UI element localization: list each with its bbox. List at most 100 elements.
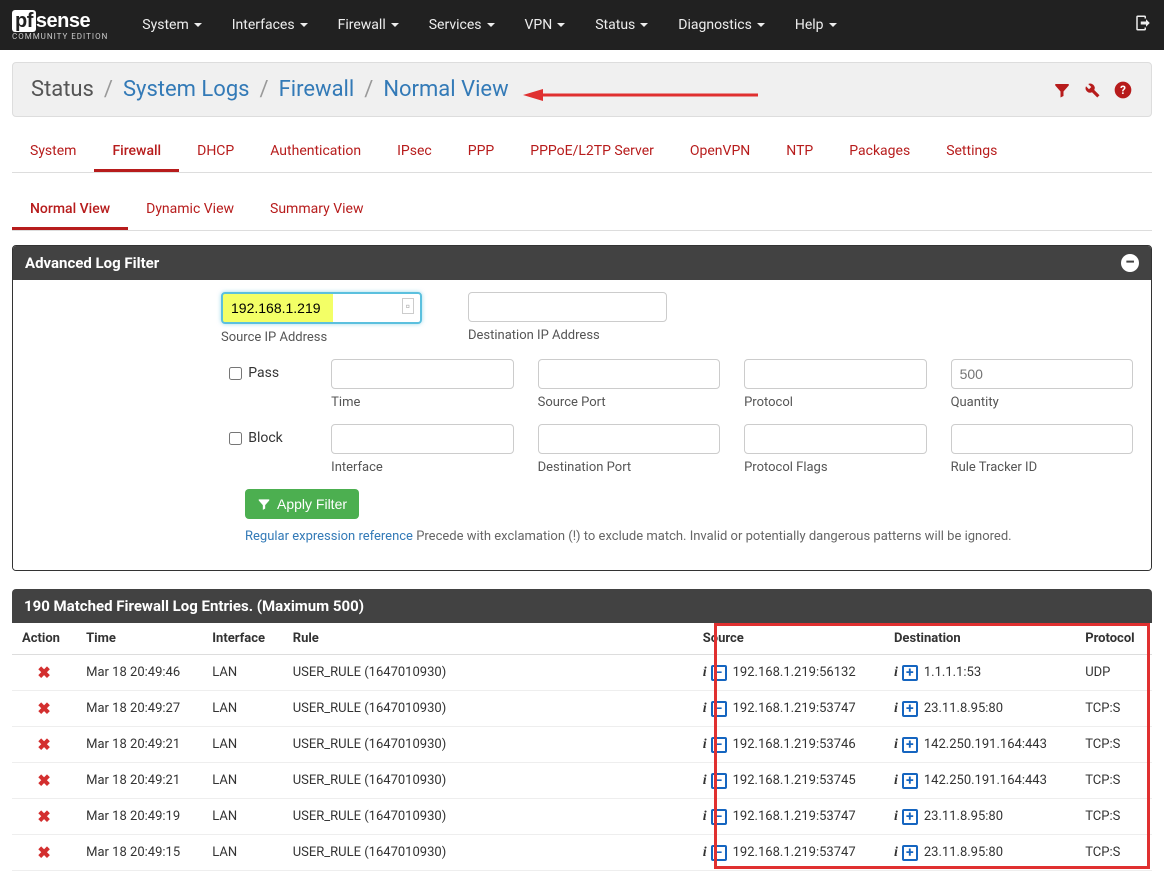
tab-dhcp[interactable]: DHCP <box>179 133 252 172</box>
block-icon[interactable]: ✖ <box>37 843 50 862</box>
apply-filter-button[interactable]: Apply Filter <box>245 489 359 519</box>
th-source[interactable]: Source <box>693 623 884 655</box>
info-icon[interactable]: i <box>894 737 898 753</box>
info-icon[interactable]: i <box>894 845 898 861</box>
minus-icon[interactable]: − <box>711 701 727 717</box>
tab-settings[interactable]: Settings <box>928 133 1015 172</box>
svg-text:?: ? <box>1120 83 1126 97</box>
protocol-input[interactable] <box>744 359 926 389</box>
tab-openvpn[interactable]: OpenVPN <box>672 133 768 172</box>
th-protocol[interactable]: Protocol <box>1075 623 1152 655</box>
pass-checkbox[interactable] <box>229 367 242 380</box>
plus-icon[interactable]: + <box>902 701 918 717</box>
block-icon[interactable]: ✖ <box>37 771 50 790</box>
plus-icon[interactable]: + <box>902 737 918 753</box>
nav-help[interactable]: Help <box>795 17 837 33</box>
block-label: Block <box>248 430 283 446</box>
plus-icon[interactable]: + <box>902 773 918 789</box>
subtab-dynamic[interactable]: Dynamic View <box>128 191 252 230</box>
info-icon[interactable]: i <box>703 845 707 861</box>
block-icon[interactable]: ✖ <box>37 807 50 826</box>
tab-pppoe[interactable]: PPPoE/L2TP Server <box>512 133 672 172</box>
info-icon[interactable]: i <box>703 701 707 717</box>
time-input[interactable] <box>331 359 513 389</box>
nav-services[interactable]: Services <box>429 17 495 33</box>
cell-interface: LAN <box>202 727 283 763</box>
cell-source: i−192.168.1.219:53745 <box>693 763 884 799</box>
info-icon[interactable]: i <box>703 737 707 753</box>
nav-system[interactable]: System <box>142 17 201 33</box>
source-port-input[interactable] <box>538 359 720 389</box>
interface-input[interactable] <box>331 424 513 454</box>
th-action[interactable]: Action <box>12 623 76 655</box>
breadcrumb-systemlogs[interactable]: System Logs <box>123 77 250 102</box>
nav-interfaces[interactable]: Interfaces <box>232 17 308 33</box>
cell-source: i−192.168.1.219:53747 <box>693 799 884 835</box>
tab-ipsec[interactable]: IPsec <box>379 133 450 172</box>
logo[interactable]: pfsense COMMUNITY EDITION <box>12 10 108 41</box>
nav-firewall[interactable]: Firewall <box>338 17 399 33</box>
source-ip-label: Source IP Address <box>221 330 422 345</box>
dest-port-input[interactable] <box>538 424 720 454</box>
filter-icon[interactable] <box>1053 81 1071 99</box>
minus-icon[interactable]: − <box>711 773 727 789</box>
quantity-input[interactable] <box>951 359 1133 389</box>
info-icon[interactable]: i <box>894 665 898 681</box>
th-destination[interactable]: Destination <box>884 623 1075 655</box>
tab-packages[interactable]: Packages <box>831 133 928 172</box>
tab-firewall[interactable]: Firewall <box>94 133 179 172</box>
table-row: ✖Mar 18 20:49:19LANUSER_RULE (1647010930… <box>12 799 1152 835</box>
info-icon[interactable]: i <box>703 809 707 825</box>
info-icon[interactable]: i <box>703 665 707 681</box>
info-icon[interactable]: i <box>894 701 898 717</box>
tab-ntp[interactable]: NTP <box>768 133 831 172</box>
th-rule[interactable]: Rule <box>283 623 693 655</box>
wrench-icon[interactable] <box>1083 81 1101 99</box>
collapse-icon[interactable]: − <box>1121 254 1139 272</box>
subtab-normal[interactable]: Normal View <box>12 191 128 230</box>
minus-icon[interactable]: − <box>711 809 727 825</box>
nav-vpn[interactable]: VPN <box>525 17 566 33</box>
tab-system[interactable]: System <box>12 133 94 172</box>
proto-flags-input[interactable] <box>744 424 926 454</box>
logout-icon[interactable] <box>1134 14 1152 36</box>
tab-auth[interactable]: Authentication <box>252 133 379 172</box>
subtab-summary[interactable]: Summary View <box>252 191 381 230</box>
cell-time: Mar 18 20:49:19 <box>76 799 202 835</box>
breadcrumb-normalview[interactable]: Normal View <box>383 77 508 102</box>
filter-title: Advanced Log Filter <box>25 254 159 272</box>
block-icon[interactable]: ✖ <box>37 699 50 718</box>
info-icon[interactable]: i <box>894 809 898 825</box>
plus-icon[interactable]: + <box>902 809 918 825</box>
help-icon[interactable]: ? <box>1113 80 1133 100</box>
input-addon-icon[interactable]: ▫ <box>402 298 414 314</box>
cell-interface: LAN <box>202 691 283 727</box>
th-interface[interactable]: Interface <box>202 623 283 655</box>
minus-icon[interactable]: − <box>711 737 727 753</box>
nav-menu: System Interfaces Firewall Services VPN … <box>142 17 836 33</box>
breadcrumb-firewall[interactable]: Firewall <box>279 77 355 102</box>
dest-ip-input[interactable] <box>468 292 667 322</box>
cell-protocol: TCP:S <box>1075 835 1152 871</box>
tab-ppp[interactable]: PPP <box>450 133 513 172</box>
regex-link[interactable]: Regular expression reference <box>245 529 413 544</box>
log-table: Action Time Interface Rule Source Destin… <box>12 623 1152 871</box>
block-icon[interactable]: ✖ <box>37 735 50 754</box>
cell-destination: i+142.250.191.164:443 <box>884 763 1075 799</box>
tracker-input[interactable] <box>951 424 1133 454</box>
block-icon[interactable]: ✖ <box>37 663 50 682</box>
info-icon[interactable]: i <box>703 773 707 789</box>
plus-icon[interactable]: + <box>902 845 918 861</box>
filter-panel: Advanced Log Filter − ▫ Source IP Addres… <box>12 245 1152 571</box>
cell-rule: USER_RULE (1647010930) <box>283 727 693 763</box>
nav-status[interactable]: Status <box>595 17 648 33</box>
th-time[interactable]: Time <box>76 623 202 655</box>
minus-icon[interactable]: − <box>711 665 727 681</box>
plus-icon[interactable]: + <box>902 665 918 681</box>
info-icon[interactable]: i <box>894 773 898 789</box>
minus-icon[interactable]: − <box>711 845 727 861</box>
nav-diagnostics[interactable]: Diagnostics <box>678 17 765 33</box>
block-checkbox[interactable] <box>229 432 242 445</box>
breadcrumb-root: Status <box>31 77 94 102</box>
source-ip-input[interactable] <box>221 292 422 324</box>
